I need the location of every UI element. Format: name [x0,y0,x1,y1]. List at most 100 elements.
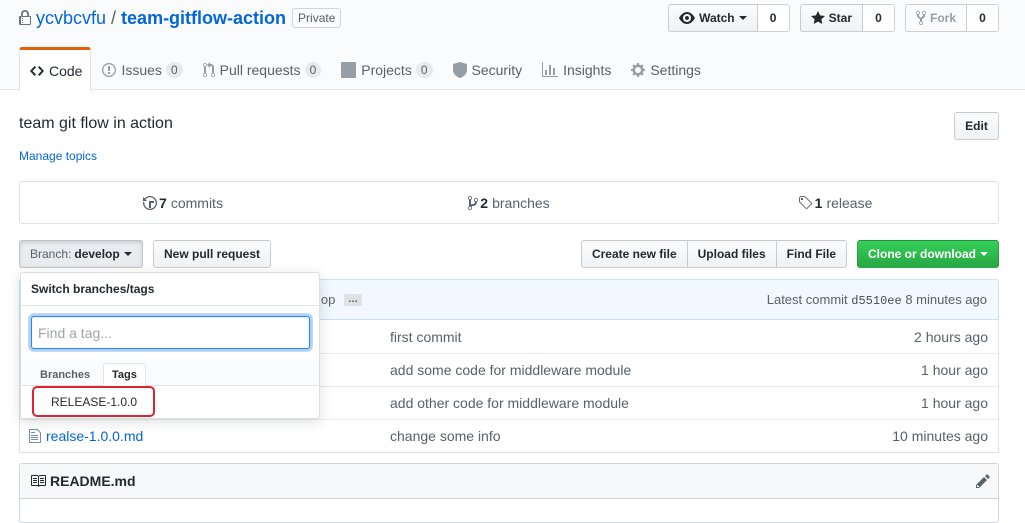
clone-or-download-button[interactable]: Clone or download [857,240,999,268]
repo-actions: Watch 0 Star 0 Fork 0 [658,4,999,32]
numbers-summary: 7 commits 2 branches 1 release [19,181,999,224]
tab-insights[interactable]: Insights [531,47,620,91]
commit-message-link[interactable]: change some info [390,428,501,444]
clone-label: Clone or download [868,247,976,261]
fork-button[interactable]: Fork [904,4,967,32]
new-pull-request-button[interactable]: New pull request [153,240,272,268]
pull-request-icon [202,62,215,78]
tab-projects-label: Projects [361,62,412,78]
star-icon [810,11,825,24]
readme-header: README.md [20,464,998,499]
expand-commit-button[interactable]: … [344,294,362,306]
star-count[interactable]: 0 [862,4,895,32]
edit-description-button[interactable]: Edit [954,112,999,140]
file-link[interactable]: realse-1.0.0.md [46,428,143,444]
table-row: realse-1.0.0.md change some info 10 minu… [20,419,998,452]
tag-icon [798,195,812,209]
star-group: Star 0 [799,4,895,32]
branch-select-button[interactable]: Branch: develop [19,240,143,268]
repo-title: ycvbcvfu / team-gitflow-action Private [17,6,342,30]
file-actions: Create new file Upload files Find File [580,240,847,268]
tab-tags[interactable]: Tags [103,363,146,387]
pencil-icon[interactable] [976,473,990,489]
upload-files-button[interactable]: Upload files [686,240,777,268]
tab-security[interactable]: Security [442,47,532,91]
latest-commit: Latest commit d5510ee 8 minutes ago [767,292,987,308]
pulls-counter: 0 [304,62,322,78]
chevron-down-icon [123,252,132,256]
annotation-highlight-box [32,386,155,417]
tab-issues[interactable]: Issues 0 [91,47,191,91]
repo-nav: Code Issues 0 Pull requests 0 Projects 0… [19,47,710,91]
tab-issues-label: Issues [121,62,162,78]
dropdown-filter [21,306,319,359]
dropdown-title: Switch branches/tags [21,273,319,306]
lock-repo-icon [19,10,31,25]
latest-commit-label: Latest commit [766,292,848,307]
chevron-down-icon [980,252,988,256]
tab-insights-label: Insights [563,62,612,78]
fork-label: Fork [929,11,956,25]
commit-age: 1 hour ago [921,362,988,378]
tab-code-label: Code [49,62,83,79]
repo-owner-link[interactable]: ycvbcvfu [36,8,106,29]
manage-topics-link[interactable]: Manage topics [19,149,97,163]
projects-counter: 0 [415,62,433,78]
releases-link[interactable]: 1 release [672,182,998,223]
find-file-button[interactable]: Find File [775,240,847,268]
commits-link[interactable]: 7 commits [20,182,346,223]
repo-name-link[interactable]: team-gitflow-action [121,8,286,29]
commit-age: 10 minutes ago [892,428,988,444]
tab-pull-requests[interactable]: Pull requests 0 [192,47,331,91]
watch-button[interactable]: Watch [668,4,758,32]
readme-title: README.md [50,473,136,489]
tab-code[interactable]: Code [19,47,92,91]
watch-group: Watch 0 [668,4,790,32]
star-label: Star [828,11,852,25]
private-badge: Private [292,8,342,28]
shield-icon [452,62,467,78]
branches-label: branches [492,194,550,211]
releases-label: release [826,194,873,211]
branches-count: 2 [480,194,489,211]
graph-icon [542,62,559,77]
commits-label: commits [170,194,223,211]
file-entry: realse-1.0.0.md [29,428,143,444]
chevron-down-icon [738,16,747,20]
releases-count: 1 [814,194,823,211]
tab-projects[interactable]: Projects 0 [330,47,441,91]
tab-settings[interactable]: Settings [620,47,710,91]
fork-count[interactable]: 0 [967,4,999,32]
star-button[interactable]: Star [799,4,863,32]
issue-icon [102,63,117,77]
tab-security-label: Security [471,62,523,78]
commit-message-link[interactable]: first commit [390,329,462,345]
readme-box: README.md [19,463,999,523]
tag-filter-input[interactable] [31,316,310,349]
issues-counter: 0 [165,62,183,78]
commits-count: 7 [159,194,167,211]
commit-age: 2 hours ago [914,328,988,345]
tab-settings-label: Settings [650,62,701,78]
commit-message-link[interactable]: add some code for middleware module [390,362,631,378]
commit-message-link[interactable]: add other code for middleware module [390,395,629,411]
title-separator: / [111,7,117,28]
create-new-file-button[interactable]: Create new file [580,240,688,268]
book-icon [31,475,46,487]
dropdown-tabs: Branches Tags [21,359,319,387]
fork-group: Fork 0 [904,4,999,32]
latest-commit-age: 8 minutes ago [905,292,987,307]
watch-label: Watch [699,11,735,25]
commit-age: 1 hour ago [921,395,988,411]
current-branch: develop [74,247,120,261]
tab-branches[interactable]: Branches [32,363,98,387]
code-icon [30,65,44,76]
project-icon [341,62,357,78]
commit-message-fragment: lop [318,292,336,307]
fork-icon [915,10,926,26]
repo-header: ycvbcvfu / team-gitflow-action Private W… [0,0,1025,91]
repo-description: team git flow in action [19,115,173,132]
watch-count[interactable]: 0 [757,4,790,32]
branches-link[interactable]: 2 branches [346,182,672,223]
commit-sha-link[interactable]: d5510ee [851,294,901,308]
